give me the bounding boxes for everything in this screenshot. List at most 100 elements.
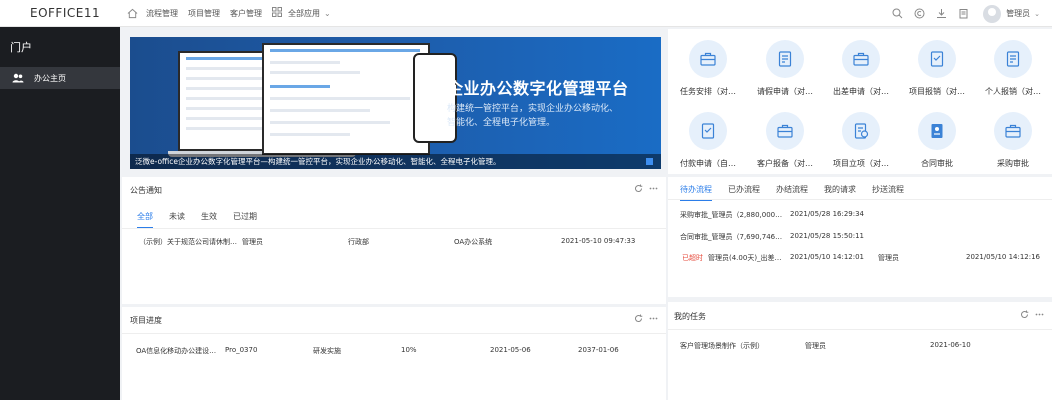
shortcut-payment-request[interactable]: 付款申请（自… [670,112,746,169]
table-row[interactable]: OA信息化移动办公建设… Pro_0370 研发实施 10% 2021-05-0… [122,344,666,358]
users-icon [12,73,24,83]
overdue-badge: 已超时 [682,254,703,262]
shortcut-purchase-approval[interactable]: 采购审批 [975,112,1051,169]
shortcut-contract-approval[interactable]: 合同审批 [899,112,975,169]
project-code: Pro_0370 [225,346,258,354]
task-owner: 管理员 [805,342,826,350]
banner-title: 企业办公数字化管理平台 [447,79,629,98]
workflow-title[interactable]: 采购审批_管理员（2,880,000… [680,210,782,220]
edit-doc-icon [689,112,727,150]
form-icon [766,40,804,78]
tab-unread[interactable]: 未读 [169,211,185,228]
shortcut-label: 项目报销（对… [909,87,965,96]
shortcut-label: 采购审批 [997,159,1029,168]
briefcase-icon [689,40,727,78]
more-icon[interactable] [649,314,658,323]
apps-grid-icon[interactable] [272,7,284,19]
shortcut-business-trip[interactable]: 出差申请（对… [823,40,899,97]
briefcase-icon [842,40,880,78]
panel-title: 项目进度 [130,316,162,325]
carousel-indicator[interactable] [646,158,653,165]
sidebar-title: 门户 [10,41,32,54]
tab-all[interactable]: 全部 [137,211,153,228]
chevron-down-icon[interactable]: ⌄ [324,9,331,18]
banner-caption: 泛微e-office企业办公数字化管理平台—构建统一管控平台，实现企业办公移动化… [130,154,661,169]
task-name[interactable]: 客户管理场景制作（示例） [680,341,764,351]
shortcut-label: 项目立项（对… [833,159,889,168]
shortcut-label: 客户报备（对… [757,159,813,168]
shortcut-label: 付款申请（自… [680,159,736,168]
briefcase-icon [994,112,1032,150]
divider [122,333,666,334]
notice-dept: 行政部 [348,238,369,246]
more-icon[interactable] [1035,310,1044,319]
notice-time: 2021-05-10 09:47:33 [561,237,636,245]
shortcut-personal-expense[interactable]: 个人报销（对… [975,40,1051,97]
notice-title[interactable]: （示例）关于规范公司请休制… [139,237,237,247]
notice-author: 管理员 [242,238,263,246]
shortcut-grid: 任务安排（对… 请假申请（对… 出差申请（对… 项目报销（对… 个人报销（对… … [668,29,1052,174]
avatar[interactable] [983,4,1002,23]
table-row[interactable]: 客户管理场景制作（示例） 管理员 2021-06-10 [668,339,1052,353]
workflow-time: 2021/05/28 15:50:11 [790,232,865,240]
project-progress: 10% [401,346,417,354]
user-name[interactable]: 管理员 [1006,8,1030,19]
banner[interactable]: 企业办公数字化管理平台 构建统一管控平台，实现企业办公移动化、 智能化、全程电子… [130,37,661,169]
refresh-icon[interactable] [634,184,643,193]
search-icon[interactable] [892,8,903,19]
refresh-icon[interactable] [634,314,643,323]
workflow-user: 管理员 [878,254,899,262]
chevron-down-icon[interactable]: ⌄ [1034,10,1040,18]
home-icon[interactable] [126,7,138,19]
shortcut-project-expense[interactable]: 项目报销（对… [899,40,975,97]
tab-expired[interactable]: 已过期 [233,211,257,228]
workflow-date: 2021/05/10 14:12:16 [966,253,1041,261]
workflow-title[interactable]: 合同审批_管理员（7,690,746… [680,232,782,242]
table-row[interactable]: 已超时 管理员(4.00天)_出差… 2021/05/10 14:12:01 管… [668,251,1052,265]
shortcut-label: 任务安排（对… [680,87,736,96]
tab-active[interactable]: 生效 [201,211,217,228]
panel-title: 我的任务 [674,312,706,321]
briefcase-icon [766,112,804,150]
copyright-icon[interactable] [914,8,925,19]
form-icon [994,40,1032,78]
table-row[interactable]: 合同审批_管理员（7,690,746… 2021/05/28 15:50:11 [668,230,1052,244]
notice-tabs: 全部 未读 生效 已过期 [137,211,273,228]
divider [668,329,1052,330]
task-date: 2021-06-10 [930,341,971,349]
shortcut-label: 出差申请（对… [833,87,889,96]
panel-tools [628,314,658,323]
nav-projects[interactable]: 项目管理 [188,8,220,19]
panel-tools [628,184,658,193]
more-icon[interactable] [649,184,658,193]
workflow-title[interactable]: 管理员(4.00天)_出差… [708,253,782,263]
shortcut-label: 个人报销（对… [985,87,1041,96]
sidebar-item-office-home[interactable]: 办公主页 [0,67,120,89]
shortcut-leave-request[interactable]: 请假申请（对… [747,40,823,97]
shortcut-customer-report[interactable]: 客户报备（对… [747,112,823,169]
banner-subtitle-line: 智能化、全程电子化管理。 [447,118,556,128]
task-panel: 我的任务 客户管理场景制作（示例） 管理员 2021-06-10 [668,302,1052,400]
shortcut-project-setup[interactable]: 项目立项（对… [823,112,899,169]
project-start: 2021-05-06 [490,346,531,354]
project-name[interactable]: OA信息化移动办公建设… [136,346,216,356]
refresh-icon[interactable] [1020,310,1029,319]
divider [122,228,666,229]
download-icon[interactable] [936,8,947,19]
project-panel: 项目进度 OA信息化移动办公建设… Pro_0370 研发实施 10% 2021… [122,307,666,400]
banner-subtitle: 构建统一管控平台，实现企业办公移动化、 智能化、全程电子化管理。 [447,102,627,130]
panel-title: 公告通知 [130,186,162,195]
shortcut-task-assign[interactable]: 任务安排（对… [670,40,746,97]
nav-customers[interactable]: 客户管理 [230,8,262,19]
divider [668,199,1052,200]
nav-workflow[interactable]: 流程管理 [146,8,178,19]
app-logo[interactable]: EOFFICE11 [0,6,120,20]
contract-icon [918,112,956,150]
nav-all-apps[interactable]: 全部应用 [288,8,320,19]
table-row[interactable]: （示例）关于规范公司请休制… 管理员 行政部 OA办公系统 2021-05-10… [122,235,666,249]
shortcut-label: 请假申请（对… [757,87,813,96]
workflow-time: 2021/05/28 16:29:34 [790,210,865,218]
clipboard-icon[interactable] [958,8,969,19]
table-row[interactable]: 采购审批_管理员（2,880,000… 2021/05/28 16:29:34 [668,208,1052,222]
project-stage: 研发实施 [313,347,341,355]
